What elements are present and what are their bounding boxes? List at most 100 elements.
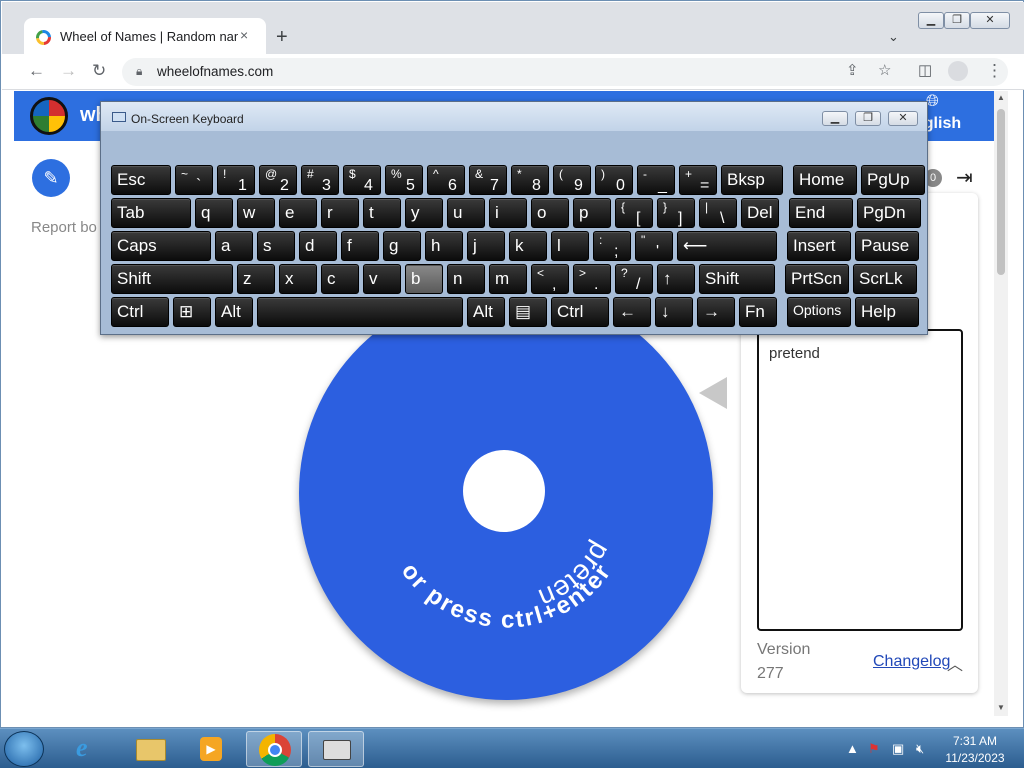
key-bksp[interactable]: Bksp: [721, 165, 783, 195]
key-f[interactable]: f: [341, 231, 379, 261]
key-c[interactable]: c: [321, 264, 359, 294]
key-q[interactable]: q: [195, 198, 233, 228]
key-12[interactable]: - _: [637, 165, 675, 195]
key-4[interactable]: #3: [301, 165, 339, 195]
key-a[interactable]: a: [215, 231, 253, 261]
key-pgup[interactable]: PgUp: [861, 165, 925, 195]
key-11[interactable]: {[: [615, 198, 653, 228]
collapse-panel-icon[interactable]: ⇥: [956, 165, 973, 190]
key-p[interactable]: p: [573, 198, 611, 228]
media-player-icon[interactable]: ▶: [182, 731, 238, 767]
key-j[interactable]: j: [467, 231, 505, 261]
key-del[interactable]: Del: [741, 198, 779, 228]
scrollbar-thumb[interactable]: [997, 109, 1005, 275]
key-alt[interactable]: Alt: [215, 297, 253, 327]
start-button[interactable]: [4, 731, 44, 767]
key-10[interactable]: (9: [553, 165, 591, 195]
right-arrow-key[interactable]: →: [697, 297, 735, 327]
key-9[interactable]: >.: [573, 264, 611, 294]
restore-button[interactable]: ❐: [944, 12, 970, 29]
key-shift[interactable]: Shift: [111, 264, 233, 294]
key-i[interactable]: i: [489, 198, 527, 228]
key-10[interactable]: ? /: [615, 264, 653, 294]
wheel-logo-icon[interactable]: [30, 97, 68, 135]
key-8[interactable]: <,: [531, 264, 569, 294]
key-m[interactable]: m: [489, 264, 527, 294]
key-12[interactable]: }]: [657, 198, 695, 228]
key-t[interactable]: t: [363, 198, 401, 228]
bookmark-star-icon[interactable]: ☆: [878, 61, 891, 79]
side-panel-icon[interactable]: ◫: [918, 61, 932, 79]
key-v[interactable]: v: [363, 264, 401, 294]
close-button[interactable]: ✕: [970, 12, 1010, 29]
edit-pencil-icon[interactable]: ✎: [32, 159, 70, 197]
profile-avatar-icon[interactable]: [948, 61, 968, 81]
key-ctrl[interactable]: Ctrl: [551, 297, 609, 327]
key-help[interactable]: Help: [855, 297, 919, 327]
internet-explorer-icon[interactable]: e: [62, 731, 118, 767]
key-3[interactable]: @2: [259, 165, 297, 195]
scroll-down-icon[interactable]: ▼: [997, 703, 1005, 712]
address-bar[interactable]: 🔒︎ wheelofnames.com ⇪ ☆: [122, 58, 1008, 86]
up-arrow-key[interactable]: ↑: [657, 264, 695, 294]
page-scrollbar[interactable]: ▲ ▼: [994, 91, 1008, 716]
share-icon[interactable]: ⇪: [846, 61, 859, 79]
network-icon[interactable]: ▣: [892, 741, 904, 757]
back-icon[interactable]: ←: [28, 61, 45, 81]
key-g[interactable]: g: [383, 231, 421, 261]
changelog-link[interactable]: Changelog: [873, 653, 950, 671]
key-fn[interactable]: Fn: [739, 297, 777, 327]
key-x[interactable]: x: [279, 264, 317, 294]
key-k[interactable]: k: [509, 231, 547, 261]
key-y[interactable]: y: [405, 198, 443, 228]
browser-tab[interactable]: Wheel of Names | Random name ×: [24, 18, 266, 56]
key-scrlk[interactable]: ScrLk: [853, 264, 917, 294]
key-n[interactable]: n: [447, 264, 485, 294]
menu-key[interactable]: ▤: [509, 297, 547, 327]
enter-key[interactable]: ⟵: [677, 231, 777, 261]
chevron-up-icon[interactable]: ︿: [947, 651, 963, 675]
key-options[interactable]: Options: [787, 297, 851, 327]
key-ctrl[interactable]: Ctrl: [111, 297, 169, 327]
key-r[interactable]: r: [321, 198, 359, 228]
report-text[interactable]: Report bo: [31, 219, 97, 236]
key-10[interactable]: :;: [593, 231, 631, 261]
reload-icon[interactable]: ↻: [92, 61, 106, 81]
key-alt[interactable]: Alt: [467, 297, 505, 327]
tab-close-icon[interactable]: ×: [240, 27, 248, 43]
key-pause[interactable]: Pause: [855, 231, 919, 261]
key-s[interactable]: s: [257, 231, 295, 261]
key-prtscn[interactable]: PrtScn: [785, 264, 849, 294]
key-insert[interactable]: Insert: [787, 231, 851, 261]
key-l[interactable]: l: [551, 231, 589, 261]
new-tab-button[interactable]: +: [276, 26, 288, 49]
key-d[interactable]: d: [299, 231, 337, 261]
action-center-flag-icon[interactable]: ⚑: [868, 741, 880, 757]
key-11[interactable]: ) 0: [595, 165, 633, 195]
tab-search-chevron-icon[interactable]: ⌄: [888, 29, 899, 45]
key-home[interactable]: Home: [793, 165, 857, 195]
key-8[interactable]: & 7: [469, 165, 507, 195]
clock-date[interactable]: 11/23/2023: [940, 751, 1010, 765]
space-key[interactable]: [257, 297, 463, 327]
chrome-taskbar-icon[interactable]: [246, 731, 302, 767]
volume-muted-icon[interactable]: 🔇︎: [916, 741, 924, 757]
spin-wheel[interactable]: or press ctrl+enter pretend: [299, 286, 713, 700]
key-u[interactable]: u: [447, 198, 485, 228]
entries-textarea[interactable]: pretend: [757, 329, 963, 631]
key-6[interactable]: % 5: [385, 165, 423, 195]
key-5[interactable]: $4: [343, 165, 381, 195]
key-2[interactable]: ! 1: [217, 165, 255, 195]
forward-icon[interactable]: →: [60, 61, 77, 81]
key-o[interactable]: o: [531, 198, 569, 228]
key-1[interactable]: ~ `: [175, 165, 213, 195]
key-13[interactable]: | \: [699, 198, 737, 228]
key-esc[interactable]: Esc: [111, 165, 171, 195]
osk-taskbar-icon[interactable]: [308, 731, 364, 767]
key-end[interactable]: End: [789, 198, 853, 228]
left-arrow-key[interactable]: ←: [613, 297, 651, 327]
key-9[interactable]: * 8: [511, 165, 549, 195]
windows-key[interactable]: ⊞: [173, 297, 211, 327]
key-13[interactable]: + =: [679, 165, 717, 195]
key-7[interactable]: ^ 6: [427, 165, 465, 195]
